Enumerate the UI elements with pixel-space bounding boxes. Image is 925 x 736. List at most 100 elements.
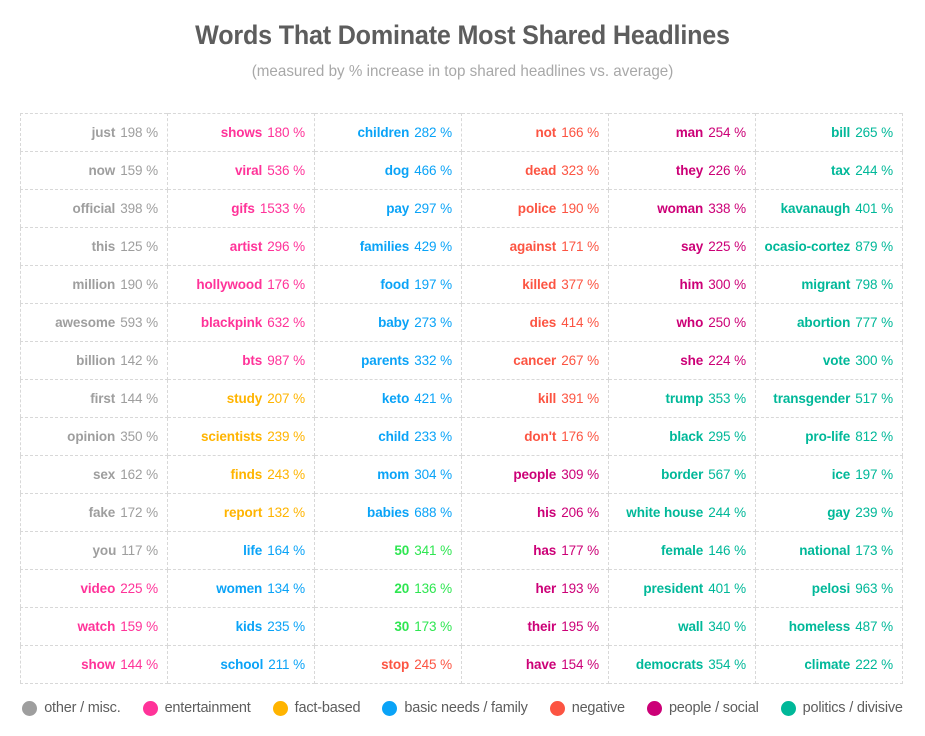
word-cell[interactable]: food 197 %	[314, 265, 462, 304]
word-cell[interactable]: mom 304 %	[314, 455, 462, 494]
word-cell[interactable]: 20 136 %	[314, 569, 462, 608]
word-cell[interactable]: police 190 %	[461, 189, 609, 228]
word-cell[interactable]: million 190 %	[20, 265, 168, 304]
word-cell[interactable]: abortion 777 %	[755, 303, 903, 342]
word-cell[interactable]: awesome 593 %	[20, 303, 168, 342]
word-cell[interactable]: keto 421 %	[314, 379, 462, 418]
word-cell[interactable]: you 117 %	[20, 531, 168, 570]
word-cell[interactable]: white house 244 %	[608, 493, 756, 532]
word-cell[interactable]: don't 176 %	[461, 417, 609, 456]
word-cell[interactable]: migrant 798 %	[755, 265, 903, 304]
word-cell[interactable]: wall 340 %	[608, 607, 756, 646]
word-cell[interactable]: democrats 354 %	[608, 645, 756, 684]
word-cell[interactable]: against 171 %	[461, 227, 609, 266]
word-cell[interactable]: parents 332 %	[314, 341, 462, 380]
word-cell[interactable]: have 154 %	[461, 645, 609, 684]
word-cell[interactable]: vote 300 %	[755, 341, 903, 380]
word-cell[interactable]: pelosi 963 %	[755, 569, 903, 608]
word-cell[interactable]: killed 377 %	[461, 265, 609, 304]
word-cell[interactable]: children 282 %	[314, 113, 462, 152]
word-cell[interactable]: trump 353 %	[608, 379, 756, 418]
word-cell[interactable]: kavanaugh 401 %	[755, 189, 903, 228]
word-cell[interactable]: female 146 %	[608, 531, 756, 570]
word-cell[interactable]: dead 323 %	[461, 151, 609, 190]
word-cell[interactable]: child 233 %	[314, 417, 462, 456]
word-cell[interactable]: border 567 %	[608, 455, 756, 494]
word-cell[interactable]: scientists 239 %	[167, 417, 315, 456]
word-cell[interactable]: opinion 350 %	[20, 417, 168, 456]
word-cell[interactable]: fake 172 %	[20, 493, 168, 532]
legend-item-politics[interactable]: politics / divisive	[780, 700, 903, 716]
word-cell[interactable]: study 207 %	[167, 379, 315, 418]
word-cell[interactable]: their 195 %	[461, 607, 609, 646]
word-cell[interactable]: dog 466 %	[314, 151, 462, 190]
word-cell[interactable]: man 254 %	[608, 113, 756, 152]
word-cell[interactable]: watch 159 %	[20, 607, 168, 646]
word-cell[interactable]: video 225 %	[20, 569, 168, 608]
legend-item-fact_based[interactable]: fact-based	[272, 700, 361, 716]
word-cell[interactable]: women 134 %	[167, 569, 315, 608]
word-cell[interactable]: bts 987 %	[167, 341, 315, 380]
word-cell[interactable]: school 211 %	[167, 645, 315, 684]
word-cell[interactable]: who 250 %	[608, 303, 756, 342]
word-cell[interactable]: life 164 %	[167, 531, 315, 570]
word-cell[interactable]: gifs 1533 %	[167, 189, 315, 228]
legend-item-entertainment[interactable]: entertainment	[142, 700, 251, 716]
word-cell[interactable]: woman 338 %	[608, 189, 756, 228]
word-cell[interactable]: transgender 517 %	[755, 379, 903, 418]
word-label: hollywood	[196, 276, 263, 292]
word-cell[interactable]: finds 243 %	[167, 455, 315, 494]
word-cell[interactable]: this 125 %	[20, 227, 168, 266]
word-cell[interactable]: ocasio-cortez 879 %	[755, 227, 903, 266]
word-cell[interactable]: tax 244 %	[755, 151, 903, 190]
word-cell[interactable]: viral 536 %	[167, 151, 315, 190]
word-cell[interactable]: people 309 %	[461, 455, 609, 494]
word-cell[interactable]: kill 391 %	[461, 379, 609, 418]
word-cell[interactable]: him 300 %	[608, 265, 756, 304]
word-cell[interactable]: not 166 %	[461, 113, 609, 152]
word-cell[interactable]: babies 688 %	[314, 493, 462, 532]
word-cell[interactable]: gay 239 %	[755, 493, 903, 532]
word-cell[interactable]: baby 273 %	[314, 303, 462, 342]
word-cell[interactable]: pro-life 812 %	[755, 417, 903, 456]
word-cell[interactable]: official 398 %	[20, 189, 168, 228]
word-cell[interactable]: show 144 %	[20, 645, 168, 684]
word-cell[interactable]: pay 297 %	[314, 189, 462, 228]
word-cell[interactable]: national 173 %	[755, 531, 903, 570]
word-cell[interactable]: billion 142 %	[20, 341, 168, 380]
word-cell[interactable]: president 401 %	[608, 569, 756, 608]
word-cell[interactable]: black 295 %	[608, 417, 756, 456]
word-cell[interactable]: kids 235 %	[167, 607, 315, 646]
word-cell[interactable]: 50 341 %	[314, 531, 462, 570]
word-cell[interactable]: now 159 %	[20, 151, 168, 190]
word-cell[interactable]: stop 245 %	[314, 645, 462, 684]
legend-item-other[interactable]: other / misc.	[22, 700, 121, 716]
word-cell[interactable]: first 144 %	[20, 379, 168, 418]
word-cell[interactable]: her 193 %	[461, 569, 609, 608]
word-cell[interactable]: has 177 %	[461, 531, 609, 570]
word-cell[interactable]: families 429 %	[314, 227, 462, 266]
word-cell[interactable]: dies 414 %	[461, 303, 609, 342]
word-cell[interactable]: 30 173 %	[314, 607, 462, 646]
word-cell[interactable]: bill 265 %	[755, 113, 903, 152]
legend-item-basic_needs[interactable]: basic needs / family	[382, 700, 528, 716]
word-cell[interactable]: cancer 267 %	[461, 341, 609, 380]
word-cell[interactable]: blackpink 632 %	[167, 303, 315, 342]
word-cell[interactable]: report 132 %	[167, 493, 315, 532]
word-cell[interactable]: hollywood 176 %	[167, 265, 315, 304]
word-cell-content: mom 304 %	[377, 467, 452, 482]
word-cell[interactable]: shows 180 %	[167, 113, 315, 152]
word-cell[interactable]: sex 162 %	[20, 455, 168, 494]
word-cell[interactable]: they 226 %	[608, 151, 756, 190]
word-cell[interactable]: climate 222 %	[755, 645, 903, 684]
word-cell[interactable]: she 224 %	[608, 341, 756, 380]
word-label: life	[243, 542, 263, 558]
word-cell[interactable]: his 206 %	[461, 493, 609, 532]
word-cell[interactable]: homeless 487 %	[755, 607, 903, 646]
word-cell[interactable]: say 225 %	[608, 227, 756, 266]
word-cell[interactable]: ice 197 %	[755, 455, 903, 494]
word-cell[interactable]: artist 296 %	[167, 227, 315, 266]
legend-item-negative[interactable]: negative	[549, 700, 625, 716]
legend-item-people_social[interactable]: people / social	[646, 700, 759, 716]
word-cell[interactable]: just 198 %	[20, 113, 168, 152]
